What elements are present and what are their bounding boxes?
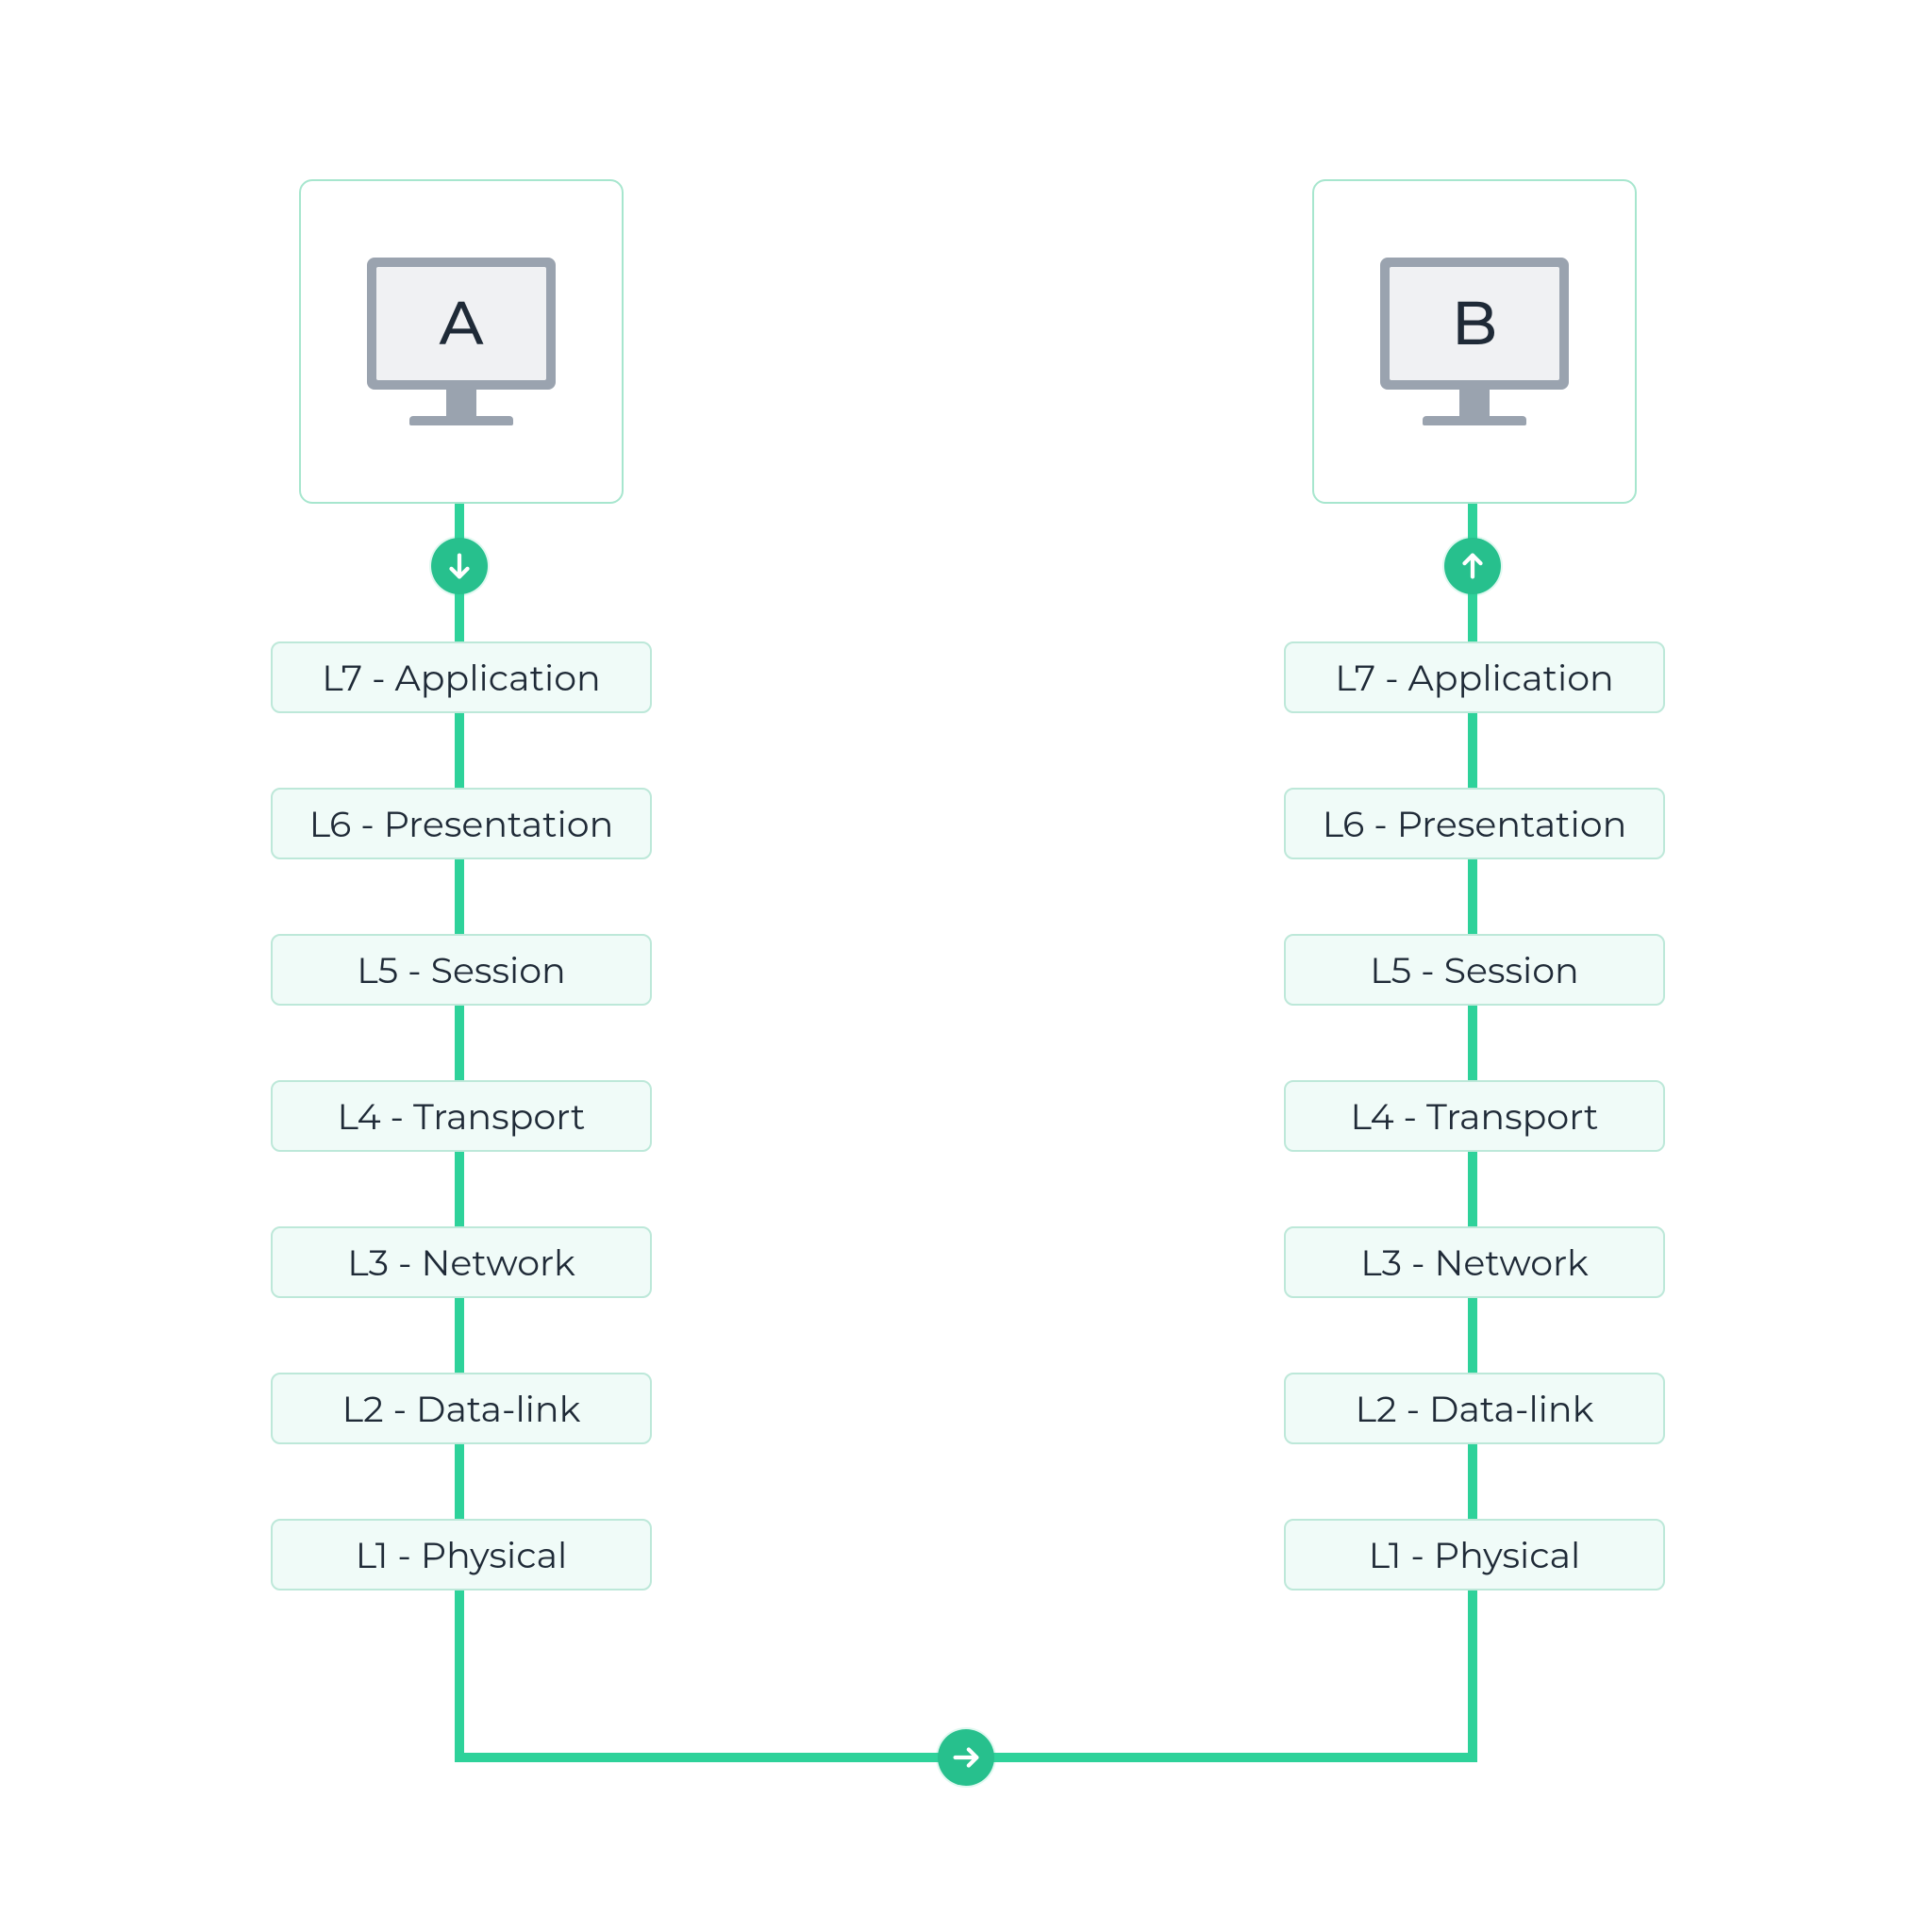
arrow-down-icon bbox=[431, 538, 488, 594]
layer-b-l1: L1 - Physical bbox=[1284, 1519, 1665, 1591]
arrow-up-icon bbox=[1444, 538, 1501, 594]
layer-a-l7: L7 - Application bbox=[271, 641, 652, 713]
layer-b-l4: L4 - Transport bbox=[1284, 1080, 1665, 1152]
layer-b-l6: L6 - Presentation bbox=[1284, 788, 1665, 859]
layer-a-l4: L4 - Transport bbox=[271, 1080, 652, 1152]
computer-b-box: B bbox=[1312, 179, 1637, 504]
layer-a-l5: L5 - Session bbox=[271, 934, 652, 1006]
computer-a-icon: A bbox=[367, 258, 556, 425]
layer-a-l2: L2 - Data-link bbox=[271, 1373, 652, 1444]
layer-a-l6: L6 - Presentation bbox=[271, 788, 652, 859]
computer-a-label: A bbox=[376, 267, 546, 380]
layer-a-l3: L3 - Network bbox=[271, 1226, 652, 1298]
layer-a-l1: L1 - Physical bbox=[271, 1519, 652, 1591]
layer-b-l2: L2 - Data-link bbox=[1284, 1373, 1665, 1444]
osi-diagram: A B L7 bbox=[0, 0, 1932, 1932]
layer-b-l7: L7 - Application bbox=[1284, 641, 1665, 713]
arrow-right-icon bbox=[938, 1729, 994, 1786]
computer-b-label: B bbox=[1390, 267, 1559, 380]
computer-b-icon: B bbox=[1380, 258, 1569, 425]
computer-a-box: A bbox=[299, 179, 624, 504]
layer-b-l5: L5 - Session bbox=[1284, 934, 1665, 1006]
layer-b-l3: L3 - Network bbox=[1284, 1226, 1665, 1298]
